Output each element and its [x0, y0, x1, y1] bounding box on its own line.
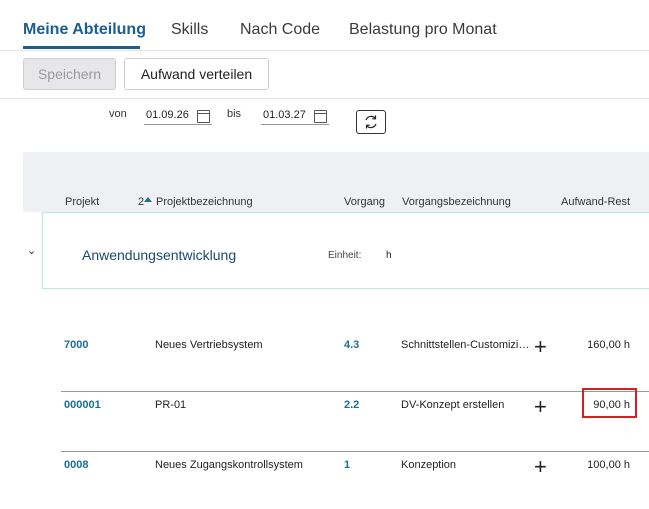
calendar-icon[interactable] — [314, 110, 327, 123]
tab-meine-abteilung[interactable]: Meine Abteilung — [23, 21, 146, 39]
tab-skills[interactable]: Skills — [171, 21, 208, 39]
task-description: Konzeption — [401, 459, 457, 471]
task-description: Schnittstellen-Customizi… — [401, 339, 530, 351]
project-description: Neues Vertriebsystem — [155, 339, 263, 351]
row-divider — [61, 451, 649, 452]
group-title: Anwendungsentwicklung — [82, 247, 237, 263]
effort-remaining[interactable]: 100,00 h — [560, 459, 630, 471]
refresh-icon — [365, 115, 377, 129]
column-header-projekt[interactable]: Projekt — [65, 196, 99, 208]
plus-icon[interactable]: + — [534, 336, 547, 358]
column-header-vorgang[interactable]: Vorgang — [344, 196, 385, 208]
project-link[interactable]: 7000 — [64, 339, 88, 351]
chevron-down-icon[interactable]: ⌄ — [27, 244, 36, 257]
task-description: DV-Konzept erstellen — [401, 399, 505, 411]
task-link[interactable]: 2.2 — [344, 399, 359, 411]
from-label: von — [109, 108, 127, 120]
column-header-projektbezeichnung[interactable]: Projektbezeichnung — [156, 196, 253, 208]
project-description: PR-01 — [155, 399, 187, 411]
table-header-band — [23, 152, 649, 212]
unit-value: h — [386, 250, 392, 261]
project-description: Neues Zugangskontrollsystem — [155, 459, 303, 471]
group-row: Anwendungsentwicklung Einheit: h — [42, 212, 649, 289]
distribute-effort-button[interactable]: Aufwand verteilen — [124, 58, 269, 90]
task-link[interactable]: 1 — [344, 459, 350, 471]
sort-asc-icon[interactable] — [144, 197, 152, 203]
tab-nach-code[interactable]: Nach Code — [240, 21, 320, 39]
refresh-button[interactable] — [356, 110, 386, 134]
project-link[interactable]: 000001 — [64, 399, 101, 411]
unit-label: Einheit: — [328, 250, 362, 261]
row-divider — [61, 391, 649, 392]
to-label: bis — [227, 108, 242, 120]
project-link[interactable]: 0008 — [64, 459, 88, 471]
active-tab-indicator — [23, 46, 140, 49]
highlighted-cell-frame — [582, 388, 637, 418]
calendar-icon[interactable] — [197, 110, 210, 123]
tab-belastung-pro-monat[interactable]: Belastung pro Monat — [349, 21, 497, 39]
column-header-aufwand-rest[interactable]: Aufwand-Rest — [561, 196, 630, 208]
save-button[interactable]: Speichern — [23, 58, 116, 90]
task-link[interactable]: 4.3 — [344, 339, 359, 351]
plus-icon[interactable]: + — [534, 456, 547, 478]
toolbar: Speichern Aufwand verteilen — [0, 51, 649, 99]
column-header-vorgangsbezeichnung[interactable]: Vorgangsbezeichnung — [402, 196, 511, 208]
tab-bar: Meine Abteilung Skills Nach Code Belastu… — [0, 0, 649, 51]
plus-icon[interactable]: + — [534, 396, 547, 418]
effort-remaining[interactable]: 160,00 h — [560, 339, 630, 351]
